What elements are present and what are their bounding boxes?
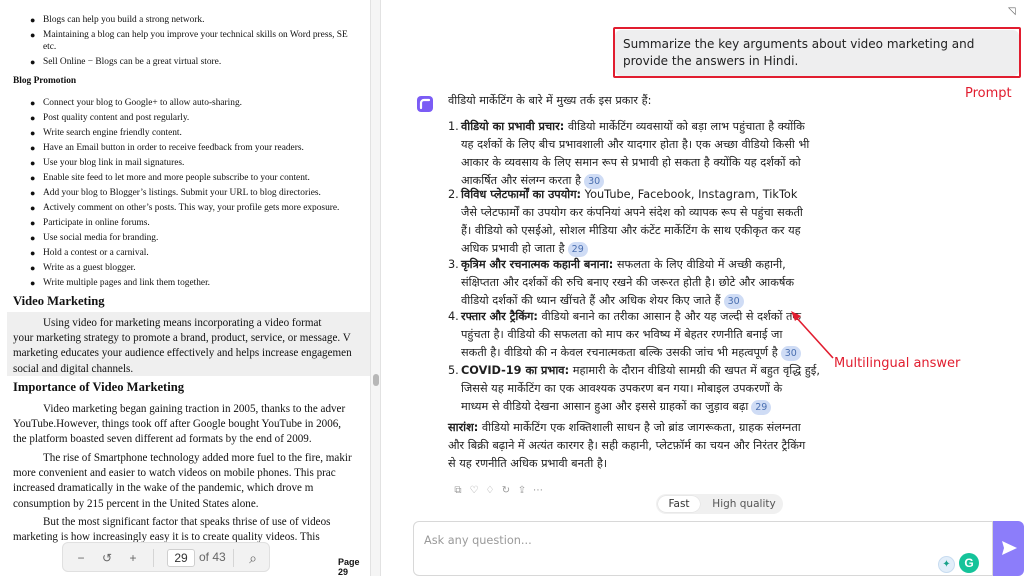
answer-point-text: सफलता के लिए वीडियो में अच्छी कहानी, bbox=[613, 258, 786, 271]
importance-heading: Importance of Video Marketing bbox=[13, 380, 185, 394]
fast-mode-button[interactable]: Fast bbox=[658, 496, 700, 512]
answer-point: वीडियो का प्रभावी प्रचार: वीडियो मार्केट… bbox=[461, 118, 805, 137]
page-total: of 43 bbox=[199, 550, 226, 564]
video-marketing-paragraph: Using video for marketing means incorpor… bbox=[13, 317, 352, 375]
rise-paragraph: The rise of Smartphone technology added … bbox=[13, 452, 352, 510]
zoom-out-icon[interactable]: − bbox=[73, 550, 89, 566]
answer-point: COVID-19 का प्रभाव: महामारी के दौरान वीड… bbox=[461, 362, 820, 381]
answer-point-text: हैं। वीडियो को एसईओ, सोशल मीडिया और कंटे… bbox=[461, 224, 801, 237]
toolbar-divider bbox=[233, 549, 234, 567]
answer-point-title: COVID-19 का प्रभाव: bbox=[461, 364, 570, 377]
high-quality-mode-button[interactable]: High quality bbox=[711, 496, 777, 512]
quality-toggle: Fast High quality bbox=[656, 494, 783, 514]
answer-point-text: सकती है। वीडियो की न केवल रचनात्मकता बल्… bbox=[461, 344, 801, 363]
citation-badge[interactable]: 30 bbox=[723, 293, 744, 309]
answer-point: विविध प्लेटफार्मों का उपयोग: YouTube, Fa… bbox=[461, 186, 797, 205]
question-input-container: ✦ G bbox=[413, 521, 993, 576]
list-number: 5. bbox=[448, 364, 459, 377]
list-number: 2. bbox=[448, 188, 459, 201]
message-actions: ⧉ ♡ ♢ ↻ ⇪ ⋯ bbox=[452, 478, 548, 496]
answer-point-text: यह दर्शकों के लिए बीच प्रभावशाली और यादग… bbox=[461, 138, 810, 151]
answer-point-title: कृत्रिम और रचनात्मक कहानी बनाना: bbox=[461, 258, 614, 271]
question-input[interactable] bbox=[424, 531, 904, 549]
importance-paragraph: Video marketing began gaining traction i… bbox=[13, 403, 346, 446]
send-button[interactable] bbox=[993, 521, 1024, 576]
summary-title: सारांश: bbox=[448, 421, 479, 434]
last-paragraph: But the most significant factor that spe… bbox=[13, 516, 331, 544]
thumbs-up-icon[interactable]: ♡ bbox=[468, 485, 480, 497]
answer-point: कृत्रिम और रचनात्मक कहानी बनाना: सफलता क… bbox=[461, 256, 786, 275]
list-number: 1. bbox=[448, 120, 459, 133]
answer-point-text: माध्यम से वीडियो देखना आसान हुआ और इससे … bbox=[461, 398, 772, 417]
pdf-viewer[interactable]: ● Blogs can help you build a strong netwo… bbox=[0, 0, 370, 576]
list-number: 4. bbox=[448, 310, 459, 323]
page-footer: Page 29 bbox=[338, 557, 360, 576]
answer-point-title: वीडियो का प्रभावी प्रचार: bbox=[461, 120, 565, 133]
citation-badge[interactable]: 29 bbox=[751, 399, 772, 415]
citation-badge[interactable]: 29 bbox=[567, 241, 588, 257]
chat-panel: ◹ Summarize the key arguments about vide… bbox=[382, 0, 1024, 576]
more-icon[interactable]: ⋯ bbox=[532, 485, 544, 497]
search-icon[interactable]: ⌕ bbox=[245, 550, 261, 566]
scrollbar[interactable] bbox=[370, 0, 381, 576]
answer-point: रफ्तार और ट्रैकिंग: वीडियो बनाने का तरीक… bbox=[461, 308, 801, 327]
refresh-icon[interactable]: ↻ bbox=[500, 485, 512, 497]
thumbs-down-icon[interactable]: ♢ bbox=[484, 485, 496, 497]
scrollbar-thumb[interactable] bbox=[373, 374, 379, 386]
copy-icon[interactable]: ⧉ bbox=[452, 485, 464, 497]
lightbulb-icon[interactable]: ✦ bbox=[938, 556, 955, 573]
summary-text: और बिक्री बढ़ाने में अत्यंत कारगर है। सह… bbox=[448, 439, 806, 452]
page-number-input[interactable]: 29 bbox=[167, 549, 195, 567]
answer-point-text: YouTube, Facebook, Instagram, TikTok bbox=[581, 188, 798, 201]
grammarly-icon[interactable]: G bbox=[959, 553, 979, 573]
answer-point-text: आकार के व्यवसाय के लिए समान रूप से प्रभा… bbox=[461, 156, 801, 169]
video-marketing-heading: Video Marketing bbox=[13, 294, 105, 308]
answer-point-text: महामारी के दौरान वीडियो सामग्री की खपत म… bbox=[569, 364, 820, 377]
zoom-in-icon[interactable]: + bbox=[125, 550, 141, 566]
answer-point-text: जैसे प्लेटफार्मों का उपयोग कर कंपनियां अ… bbox=[461, 206, 803, 219]
assistant-logo-icon bbox=[417, 96, 433, 112]
blog-promotion-heading: Blog Promotion bbox=[13, 76, 77, 86]
annotation-arrow bbox=[791, 311, 834, 359]
answer-point-text: जिससे यह मार्केटिंग का एक आवश्यक उपकरण ब… bbox=[461, 382, 783, 395]
rotate-icon[interactable]: ↺ bbox=[99, 550, 115, 566]
prompt-annotation-label: Prompt bbox=[965, 86, 1012, 101]
external-link-icon[interactable]: ◹ bbox=[1008, 6, 1016, 17]
pdf-toolbar: − ↺ + 29 of 43 ⌕ bbox=[62, 542, 270, 572]
multilingual-annotation-label: Multilingual answer bbox=[834, 356, 961, 371]
summary-text: वीडियो मार्केटिंग एक शक्तिशाली साधन है ज… bbox=[478, 421, 801, 434]
share-icon[interactable]: ⇪ bbox=[516, 485, 528, 497]
answer-point-title: रफ्तार और ट्रैकिंग: bbox=[461, 310, 538, 323]
answer-point-text: वीडियो बनाने का तरीका आसान है और यह जल्द… bbox=[537, 310, 802, 323]
list-number: 3. bbox=[448, 258, 459, 271]
send-icon bbox=[1002, 541, 1017, 555]
toolbar-divider bbox=[153, 549, 154, 567]
prompt-annotation-box bbox=[613, 27, 1021, 78]
summary-text: से यह रणनीति अधिक प्रभावी बनती है। bbox=[448, 457, 608, 470]
answer-point-text: संक्षिप्तता और दर्शकों की रुचि बनाए रखने… bbox=[461, 276, 795, 289]
answer-point-title: विविध प्लेटफार्मों का उपयोग: bbox=[461, 188, 582, 201]
answer-intro: वीडियो मार्केटिंग के बारे में मुख्य तर्क… bbox=[448, 94, 652, 107]
answer-point-text: पहुंचता है। वीडियो की सफलता को माप कर भव… bbox=[461, 328, 783, 341]
answer-point-text: वीडियो मार्केटिंग व्यवसायों को बड़ा लाभ … bbox=[564, 120, 805, 133]
